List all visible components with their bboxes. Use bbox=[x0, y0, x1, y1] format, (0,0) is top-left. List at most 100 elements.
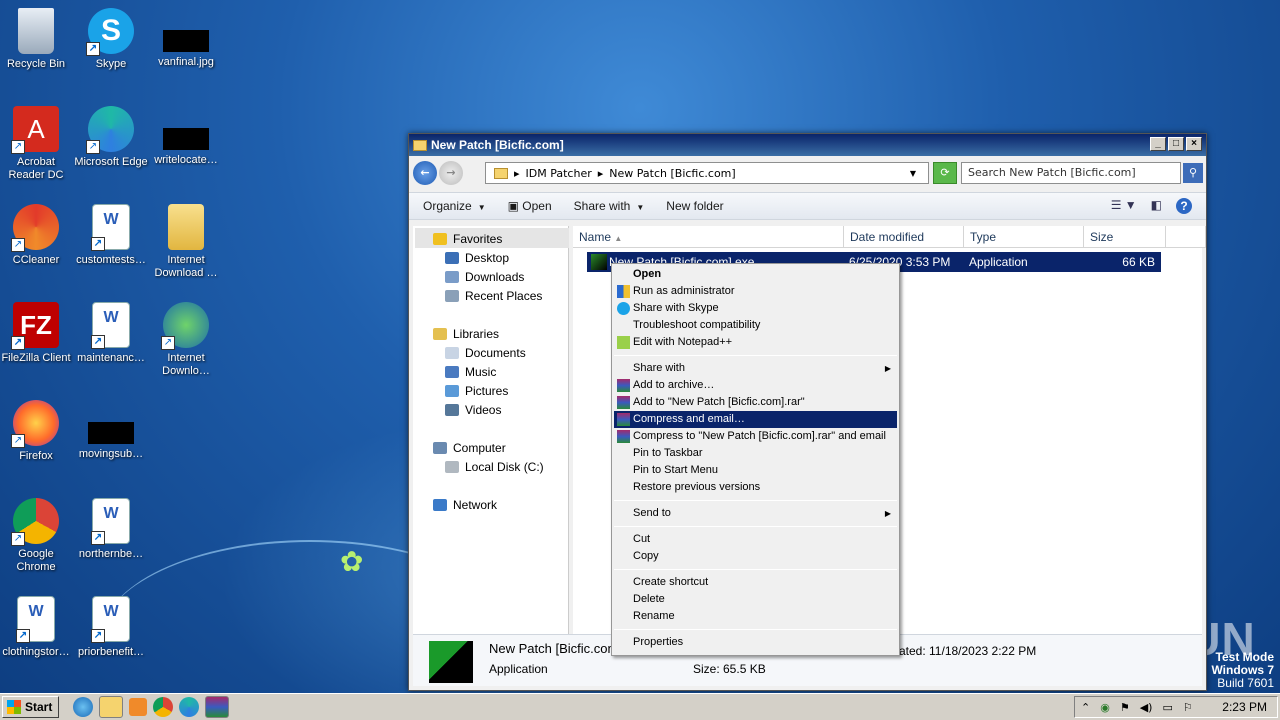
menu-item-add-archive[interactable]: Add to archive… bbox=[614, 377, 897, 394]
column-header-extra[interactable] bbox=[1166, 226, 1206, 248]
search-input[interactable]: Search New Patch [Bicfic.com] bbox=[961, 162, 1181, 184]
volume-icon[interactable]: ◀) bbox=[1140, 701, 1153, 714]
nav-computer[interactable]: Computer bbox=[433, 441, 506, 455]
tray-expand-icon[interactable]: ⌃ bbox=[1081, 701, 1090, 714]
desktop-icon-idm[interactable]: ↗ Internet Downlo… bbox=[148, 302, 224, 378]
menu-item-cut[interactable]: Cut bbox=[614, 531, 897, 548]
back-button[interactable]: ← bbox=[413, 161, 437, 185]
nav-music[interactable]: Music bbox=[445, 365, 496, 379]
nav-recent-places[interactable]: Recent Places bbox=[445, 289, 542, 303]
address-field[interactable]: ▸ IDM Patcher ▸ New Patch [Bicfic.com] ▼ bbox=[485, 162, 929, 184]
menu-item-create-shortcut[interactable]: Create shortcut bbox=[614, 574, 897, 591]
media-player-icon[interactable] bbox=[129, 698, 148, 716]
desktop-icon-firefox[interactable]: ↗ Firefox bbox=[0, 400, 74, 463]
refresh-button[interactable]: ⟳ bbox=[933, 162, 957, 184]
menu-item-share-with[interactable]: Share with ▶ bbox=[614, 360, 897, 377]
desktop-icon-movingsub[interactable]: movingsub… bbox=[73, 400, 149, 461]
menu-item-troubleshoot[interactable]: Troubleshoot compatibility bbox=[614, 317, 897, 334]
network-status-icon[interactable]: ◉ bbox=[1100, 701, 1110, 714]
menu-item-compress-rar-email[interactable]: Compress to "New Patch [Bicfic.com].rar"… bbox=[614, 428, 897, 445]
view-options-icon[interactable]: ☰ ▼ bbox=[1111, 198, 1137, 214]
desktop-icon-customtests[interactable]: W ↗ customtests… bbox=[73, 204, 149, 267]
window-titlebar[interactable]: New Patch [Bicfic.com] _ □ × bbox=[409, 134, 1206, 156]
menu-item-send-to[interactable]: Send to ▶ bbox=[614, 505, 897, 522]
column-header-size[interactable]: Size bbox=[1084, 226, 1166, 248]
desktop-icon-chrome[interactable]: ↗ Google Chrome bbox=[0, 498, 74, 574]
nav-pictures[interactable]: Pictures bbox=[445, 384, 508, 398]
menu-item-run-as-admin[interactable]: Run as administrator bbox=[614, 283, 897, 300]
file-type: Application bbox=[969, 255, 1028, 269]
context-menu: Open Run as administrator Share with Sky… bbox=[611, 263, 900, 656]
menu-item-copy[interactable]: Copy bbox=[614, 548, 897, 565]
desktop-icon-skype[interactable]: S ↗ Skype bbox=[73, 8, 149, 71]
explorer-taskbar-icon[interactable] bbox=[99, 696, 124, 718]
nav-downloads[interactable]: Downloads bbox=[445, 270, 524, 284]
close-button[interactable]: × bbox=[1186, 137, 1202, 151]
forward-button[interactable]: → bbox=[439, 161, 463, 185]
desktop-icon-northernbe[interactable]: W ↗ northernbe… bbox=[73, 498, 149, 561]
desktop-icon-recycle-bin[interactable]: Recycle Bin bbox=[0, 8, 74, 71]
desktop-icon-label: Recycle Bin bbox=[6, 58, 66, 70]
menu-separator bbox=[614, 500, 897, 501]
menu-item-restore[interactable]: Restore previous versions bbox=[614, 479, 897, 496]
menu-item-compress-email[interactable]: Compress and email… bbox=[614, 411, 897, 428]
preview-pane-icon[interactable]: ◧ bbox=[1151, 198, 1162, 214]
help-icon[interactable]: ? bbox=[1176, 198, 1192, 214]
nav-favorites[interactable]: Favorites bbox=[433, 232, 502, 246]
minimize-button[interactable]: _ bbox=[1150, 137, 1166, 151]
desktop-icon-edge[interactable]: ↗ Microsoft Edge bbox=[73, 106, 149, 169]
desktop-icon-clothingstor[interactable]: W ↗ clothingstor… bbox=[0, 596, 74, 659]
nav-label: Pictures bbox=[465, 384, 509, 398]
winrar-icon bbox=[617, 379, 630, 392]
desktop-icon-filezilla[interactable]: FZ ↗ FileZilla Client bbox=[0, 302, 74, 365]
start-button[interactable]: Start bbox=[2, 696, 60, 718]
internet-explorer-icon[interactable] bbox=[73, 697, 94, 717]
share-with-button[interactable]: Share with ▼ bbox=[574, 199, 645, 213]
ccleaner-icon: ↗ bbox=[11, 204, 59, 252]
column-header-type[interactable]: Type bbox=[964, 226, 1084, 248]
winrar-icon[interactable] bbox=[205, 696, 230, 718]
maximize-button[interactable]: □ bbox=[1168, 137, 1184, 151]
desktop-icon-writelocate[interactable]: writelocate… bbox=[148, 106, 224, 167]
menu-item-delete[interactable]: Delete bbox=[614, 591, 897, 608]
flag-icon[interactable]: ⚐ bbox=[1183, 701, 1193, 714]
menu-item-rename[interactable]: Rename bbox=[614, 608, 897, 625]
chevron-down-icon[interactable]: ▼ bbox=[910, 169, 916, 178]
folder-icon bbox=[168, 204, 204, 250]
desktop-icon-ccleaner[interactable]: ↗ CCleaner bbox=[0, 204, 74, 267]
desktop-icon-priorbenefit[interactable]: W ↗ priorbenefit… bbox=[73, 596, 149, 659]
recent-places-icon bbox=[445, 290, 459, 302]
chrome-icon[interactable] bbox=[153, 697, 174, 717]
desktop-icon-acrobat[interactable]: A ↗ Acrobat Reader DC bbox=[0, 106, 74, 182]
breadcrumb-current[interactable]: New Patch [Bicfic.com] bbox=[609, 167, 735, 180]
desktop-icon-maintenance[interactable]: W ↗ maintenanc… bbox=[73, 302, 149, 365]
column-header-date[interactable]: Date modified bbox=[844, 226, 964, 248]
open-button[interactable]: ▣ Open bbox=[508, 199, 552, 213]
nav-network[interactable]: Network bbox=[433, 498, 497, 512]
action-center-icon[interactable]: ⚑ bbox=[1120, 701, 1130, 714]
edge-icon[interactable] bbox=[179, 697, 200, 717]
nav-documents[interactable]: Documents bbox=[445, 346, 526, 360]
menu-item-properties[interactable]: Properties bbox=[614, 634, 897, 651]
search-icon[interactable]: ⚲ bbox=[1183, 163, 1203, 183]
nav-videos[interactable]: Videos bbox=[445, 403, 501, 417]
monitor-icon[interactable]: ▭ bbox=[1162, 701, 1172, 714]
menu-item-pin-start[interactable]: Pin to Start Menu bbox=[614, 462, 897, 479]
organize-button[interactable]: Organize ▼ bbox=[423, 199, 486, 213]
menu-label: Compress to "New Patch [Bicfic.com].rar"… bbox=[633, 430, 886, 442]
column-header-name[interactable]: Name ▲ bbox=[573, 226, 844, 248]
desktop-icon-idm-folder[interactable]: Internet Download … bbox=[148, 204, 224, 280]
desktop-icon-vanfinal[interactable]: vanfinal.jpg bbox=[148, 8, 224, 69]
nav-local-disk[interactable]: Local Disk (C:) bbox=[445, 460, 544, 474]
menu-item-share-skype[interactable]: Share with Skype bbox=[614, 300, 897, 317]
menu-item-open[interactable]: Open bbox=[614, 266, 897, 283]
menu-item-notepad[interactable]: Edit with Notepad++ bbox=[614, 334, 897, 351]
clock[interactable]: 2:23 PM bbox=[1222, 700, 1267, 714]
new-folder-button[interactable]: New folder bbox=[666, 199, 723, 213]
menu-item-pin-taskbar[interactable]: Pin to Taskbar bbox=[614, 445, 897, 462]
nav-desktop[interactable]: Desktop bbox=[445, 251, 509, 265]
nav-libraries[interactable]: Libraries bbox=[433, 327, 499, 341]
breadcrumb-idm-patcher[interactable]: IDM Patcher bbox=[526, 167, 592, 180]
application-icon bbox=[591, 254, 607, 270]
menu-item-add-rar[interactable]: Add to "New Patch [Bicfic.com].rar" bbox=[614, 394, 897, 411]
